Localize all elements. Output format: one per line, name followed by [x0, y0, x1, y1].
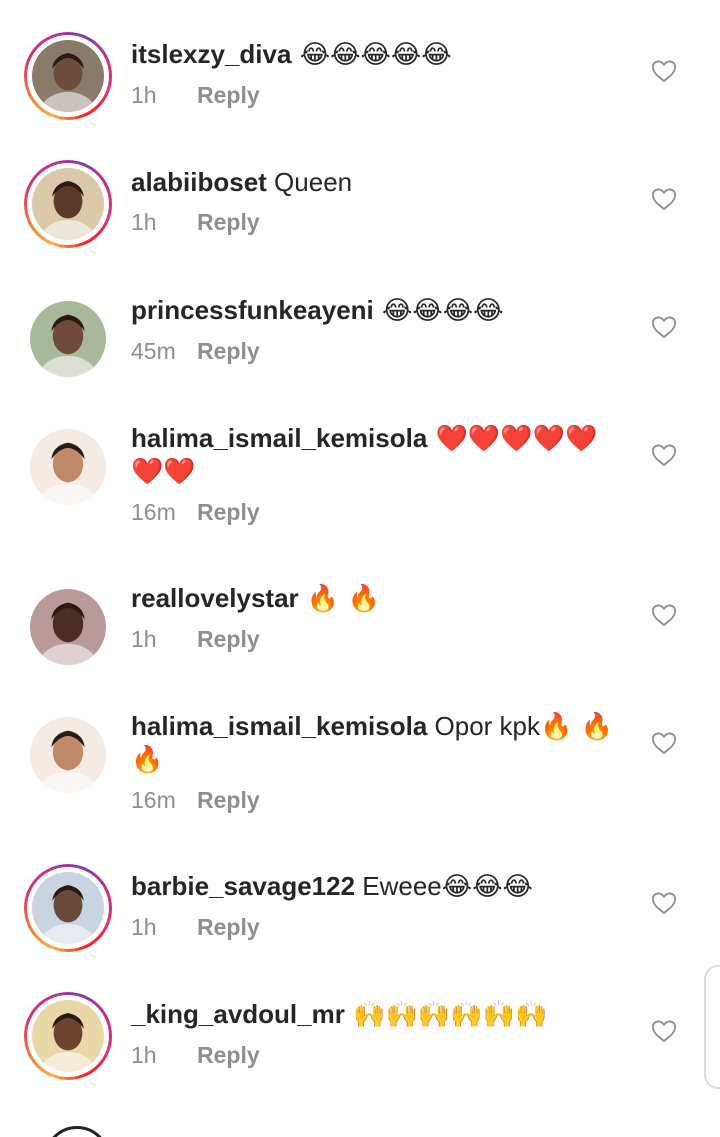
- comment-body: _king_avdoul_mr 🙌🙌🙌🙌🙌🙌 1h Reply: [131, 998, 621, 1069]
- avatar-photo: [30, 717, 106, 793]
- avatar-photo: [32, 872, 104, 944]
- comment-text: barbie_savage122 Eweee😂😂😂: [131, 870, 621, 903]
- comment-message: Opor kpk: [427, 711, 541, 741]
- avatar-photo: [32, 40, 104, 112]
- comment-message: Queen: [266, 167, 353, 197]
- avatar-photo: [30, 429, 106, 505]
- avatar-frame: [30, 589, 106, 665]
- avatar-frame: [27, 163, 109, 245]
- username-link[interactable]: halima_ismail_kemisola: [131, 711, 427, 741]
- comment-body: reallovelystar 🔥 🔥 1h Reply: [131, 582, 621, 653]
- comment-timestamp: 16m: [131, 787, 176, 813]
- avatar-photo: [32, 1000, 104, 1072]
- comment-emoji: 😂😂😂😂😂: [291, 40, 452, 70]
- comment-message: Eweee: [355, 871, 442, 901]
- comment-text: reallovelystar 🔥 🔥: [131, 582, 621, 615]
- comment-timestamp: 1h: [131, 914, 157, 940]
- comment-meta: 1h Reply: [131, 1041, 621, 1069]
- username-link[interactable]: princessfunkeayeni: [131, 295, 374, 325]
- comment-timestamp: 1h: [131, 209, 157, 235]
- comment-body: princessfunkeayeni 😂😂😂😂 45m Reply: [131, 294, 621, 365]
- reply-button[interactable]: Reply: [197, 914, 260, 940]
- avatar-photo: [32, 168, 104, 240]
- comment-body: halima_ismail_kemisola ❤️❤️❤️❤️❤️ ❤️❤️ 16m…: [131, 422, 621, 526]
- heart-outline-icon[interactable]: [650, 601, 678, 629]
- comment-meta: 45m Reply: [131, 337, 621, 365]
- comment-emoji: 🙌🙌🙌🙌🙌🙌: [344, 1000, 548, 1030]
- username-link[interactable]: alabiiboset: [131, 167, 267, 197]
- comment-body: alabiiboset Queen 1h Reply: [131, 166, 621, 236]
- comment-emoji: 🔥 🔥: [540, 712, 614, 742]
- heart-outline-icon[interactable]: [650, 185, 678, 213]
- heart-outline-icon[interactable]: [650, 1017, 678, 1045]
- comment-meta: 1h Reply: [131, 625, 621, 653]
- comment-timestamp: 1h: [131, 626, 157, 652]
- avatar[interactable]: [24, 711, 112, 799]
- comment-timestamp: 1h: [131, 82, 157, 108]
- avatar-photo: [30, 301, 106, 377]
- partial-comment: [0, 1108, 720, 1137]
- comment-emoji-continued: ❤️❤️: [131, 457, 196, 487]
- comment-text: itslexzy_diva 😂😂😂😂😂: [131, 38, 621, 71]
- comment-emoji-continued: 🔥: [131, 745, 164, 775]
- avatar-frame: [27, 867, 109, 949]
- heart-outline-icon[interactable]: [650, 889, 678, 917]
- comment-text: halima_ismail_kemisola ❤️❤️❤️❤️❤️ ❤️❤️: [131, 422, 621, 488]
- reply-button[interactable]: Reply: [197, 209, 260, 235]
- comment-emoji: 😂😂😂: [441, 872, 533, 902]
- heart-outline-icon[interactable]: [650, 729, 678, 757]
- comment-emoji: 🔥 🔥: [298, 584, 380, 614]
- avatar-frame: [30, 429, 106, 505]
- avatar-frame: [27, 995, 109, 1077]
- comment-emoji: 😂😂😂😂: [373, 296, 504, 326]
- avatar[interactable]: [44, 1126, 110, 1137]
- avatar-frame: [30, 301, 106, 377]
- username-link[interactable]: itslexzy_diva: [131, 39, 291, 69]
- avatar[interactable]: [24, 160, 112, 248]
- comment-meta: 1h Reply: [131, 81, 621, 109]
- comment-text: halima_ismail_kemisola Opor kpk🔥 🔥 🔥: [131, 710, 621, 776]
- heart-outline-icon[interactable]: [650, 57, 678, 85]
- username-link[interactable]: _king_avdoul_mr: [131, 999, 345, 1029]
- reply-button[interactable]: Reply: [197, 626, 260, 652]
- comment-timestamp: 16m: [131, 499, 176, 525]
- avatar[interactable]: [24, 32, 112, 120]
- comment-meta: 1h Reply: [131, 913, 621, 941]
- avatar[interactable]: [24, 583, 112, 671]
- comment-meta: 16m Reply: [131, 786, 621, 814]
- reply-button[interactable]: Reply: [197, 1042, 260, 1068]
- avatar-frame: [30, 717, 106, 793]
- scroll-edge-tab[interactable]: [704, 965, 720, 1089]
- comment-body: itslexzy_diva 😂😂😂😂😂 1h Reply: [131, 38, 621, 109]
- comment-text: princessfunkeayeni 😂😂😂😂: [131, 294, 621, 327]
- comment-emoji: ❤️❤️❤️❤️❤️: [427, 424, 598, 454]
- reply-button[interactable]: Reply: [197, 338, 260, 364]
- comment-body: halima_ismail_kemisola Opor kpk🔥 🔥 🔥 16m Re…: [131, 710, 621, 814]
- comment-text: _king_avdoul_mr 🙌🙌🙌🙌🙌🙌: [131, 998, 621, 1031]
- reply-button[interactable]: Reply: [197, 499, 260, 525]
- avatar[interactable]: [24, 423, 112, 511]
- avatar[interactable]: [24, 992, 112, 1080]
- reply-button[interactable]: Reply: [197, 787, 260, 813]
- comment-timestamp: 45m: [131, 338, 176, 364]
- avatar[interactable]: [24, 864, 112, 952]
- comment-meta: 16m Reply: [131, 498, 621, 526]
- avatar-photo: [30, 589, 106, 665]
- avatar[interactable]: [24, 295, 112, 383]
- heart-outline-icon[interactable]: [650, 313, 678, 341]
- username-link[interactable]: barbie_savage122: [131, 871, 355, 901]
- avatar-frame: [27, 35, 109, 117]
- comment-timestamp: 1h: [131, 1042, 157, 1068]
- comment-text: alabiiboset Queen: [131, 166, 621, 198]
- username-link[interactable]: reallovelystar: [131, 583, 299, 613]
- heart-outline-icon[interactable]: [650, 441, 678, 469]
- reply-button[interactable]: Reply: [197, 82, 260, 108]
- comment-meta: 1h Reply: [131, 208, 621, 236]
- comment-body: barbie_savage122 Eweee😂😂😂 1h Reply: [131, 870, 621, 941]
- username-link[interactable]: halima_ismail_kemisola: [131, 423, 427, 453]
